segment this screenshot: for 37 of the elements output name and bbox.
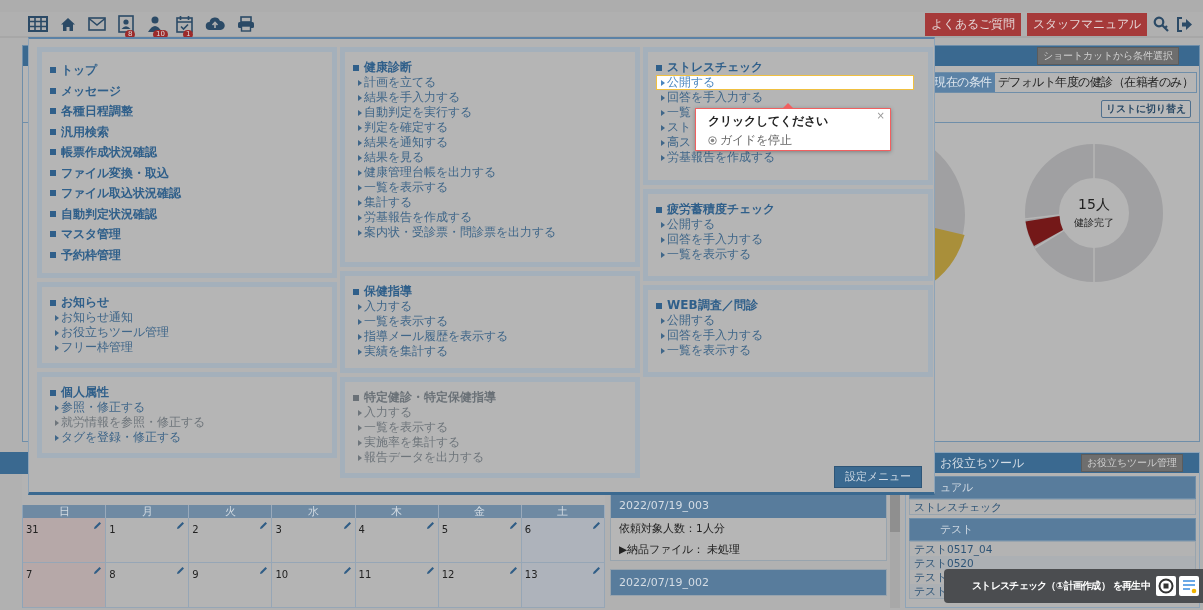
day-number: 12 xyxy=(440,569,455,580)
day-number: 11 xyxy=(357,569,372,580)
day-number: 31 xyxy=(25,524,39,535)
weekday-header: 日 xyxy=(23,505,107,518)
guide-title: クリックしてください xyxy=(708,113,829,130)
delivery-detail: ▶納品ファイル： 未処理 xyxy=(618,542,742,557)
delivery-detail: 依頼対象人数：1人分 xyxy=(618,521,726,536)
day-number: 7 xyxy=(25,569,33,580)
weekday-header: 木 xyxy=(355,505,439,518)
day-number: 6 xyxy=(523,524,532,535)
menu-section-title: 健康診断 xyxy=(364,60,412,75)
weekday-header: 金 xyxy=(438,505,522,518)
condition-value: デフォルト年度の健診（在籍者のみ） xyxy=(996,74,1194,91)
menu-section-title: 保健指導 xyxy=(364,284,412,299)
day-number: 4 xyxy=(357,524,365,535)
menu-section-title: ストレスチェック xyxy=(667,60,763,75)
day-number: 9 xyxy=(191,569,199,580)
weekday-header: 月 xyxy=(106,505,190,518)
day-number: 13 xyxy=(523,569,538,580)
donut-count: 15人 xyxy=(1078,196,1110,214)
weekday-header: 水 xyxy=(272,505,356,518)
day-number: 5 xyxy=(440,524,449,535)
menu-section-title: 個人属性 xyxy=(61,385,109,400)
day-number: 2 xyxy=(191,524,199,535)
day-number: 8 xyxy=(108,569,116,580)
menu-section-title: 特定健診・特定保健指導 xyxy=(364,390,496,405)
donut-caption: 健診完了 xyxy=(1074,216,1114,230)
weekday-header: 火 xyxy=(189,505,273,518)
menu-section-title: 疲労蓄積度チェック xyxy=(667,202,775,217)
menu-section-title: WEB調査／問診 xyxy=(667,298,758,313)
menu-section-title: お知らせ xyxy=(61,295,109,310)
day-number: 10 xyxy=(274,569,289,580)
panel-title: お役立ちツール xyxy=(940,454,1024,472)
day-number: 1 xyxy=(108,524,116,535)
day-number: 3 xyxy=(274,524,282,535)
toast-message: ストレスチェック（①計画作成） を再生中 xyxy=(972,579,1150,593)
weekday-header: 土 xyxy=(521,505,605,518)
